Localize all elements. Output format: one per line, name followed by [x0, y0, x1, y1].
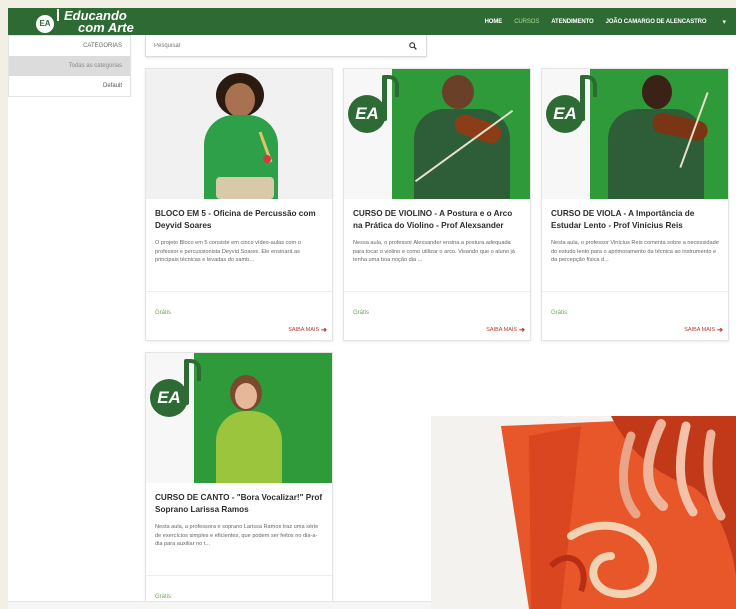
course-description: Nesta aula, o professor Vinícius Reis co…: [551, 240, 719, 264]
saiba-mais-label: SAIBA MAIS: [486, 327, 518, 333]
card-footer: Grátis SAIBA MAIS ➔: [146, 291, 332, 340]
search-icon[interactable]: [406, 36, 420, 56]
saiba-mais-link[interactable]: SAIBA MAIS ➔: [684, 326, 723, 334]
course-thumbnail-viola[interactable]: EA: [542, 69, 728, 199]
sidebar-item-all-categories[interactable]: Todas as categorias: [9, 56, 130, 76]
sidebar-heading: CATEGORIAS: [83, 43, 122, 49]
left-panel-background: [8, 97, 131, 609]
ea-logo-icon: EA: [150, 379, 188, 417]
page-frame: EA Educando com Arte HOME CURSOS ATENDIM…: [8, 8, 736, 609]
card-footer: Grátis SAIBA MAIS ➔: [344, 291, 530, 340]
course-thumbnail-singing[interactable]: EA: [146, 353, 332, 483]
chevron-down-icon[interactable]: ▾: [722, 18, 730, 26]
course-card[interactable]: EA CURSO DE VIOLA - A Importância de Est…: [541, 68, 729, 341]
saiba-mais-link[interactable]: SAIBA MAIS ➔: [486, 326, 525, 334]
course-description: Nesta aula, a professora e soprano Laris…: [155, 524, 319, 548]
course-thumbnail-violin[interactable]: EA: [344, 69, 530, 199]
course-title[interactable]: BLOCO EM 5 - Oficina de Percussão com De…: [155, 208, 323, 234]
course-thumbnail-percussion[interactable]: [146, 69, 332, 199]
course-card[interactable]: BLOCO EM 5 - Oficina de Percussão com De…: [145, 68, 333, 341]
arrow-right-icon: ➔: [717, 327, 723, 334]
course-description: O projeto Bloco em 5 consiste em cinco v…: [155, 240, 301, 264]
music-note-icon: [57, 8, 59, 21]
search-bar: [145, 35, 427, 57]
logo-badge-text: EA: [39, 19, 51, 28]
saiba-mais-label: SAIBA MAIS: [288, 327, 320, 333]
category-sidebar: CATEGORIAS Todas as categorias Default: [8, 35, 131, 97]
decorative-painting-image: [431, 416, 736, 609]
ea-logo-icon: EA: [348, 95, 386, 133]
search-input[interactable]: [146, 35, 406, 56]
nav-cursos[interactable]: CURSOS: [508, 19, 545, 25]
brand-line-2: com Arte: [78, 19, 134, 35]
course-card[interactable]: EA CURSO DE CANTO - "Bora Vocalizar!" Pr…: [145, 352, 333, 609]
brand-name: Educando com Arte: [64, 9, 134, 35]
nav-atendimento[interactable]: ATENDIMENTO: [545, 19, 599, 25]
logo-badge-icon: EA: [36, 8, 59, 33]
course-title[interactable]: CURSO DE VIOLA - A Importância de Estuda…: [551, 208, 719, 234]
course-price: Grátis: [155, 594, 172, 600]
card-footer: Grátis SAIBA MAIS ➔: [542, 291, 728, 340]
nav-user-name[interactable]: JOÃO CAMARGO DE ALENCASTRO: [600, 19, 713, 25]
nav-home[interactable]: HOME: [479, 19, 509, 25]
course-price: Grátis: [353, 310, 370, 316]
course-description: Nessa aula, o professor Alexsander ensin…: [353, 240, 515, 264]
arrow-right-icon: ➔: [321, 327, 327, 334]
arrow-right-icon: ➔: [519, 327, 525, 334]
course-price: Grátis: [155, 310, 172, 316]
course-card[interactable]: EA CURSO DE VIOLINO - A Postura e o Arco…: [343, 68, 531, 341]
brand-logo[interactable]: EA Educando com Arte: [36, 8, 134, 35]
top-navbar: EA Educando com Arte HOME CURSOS ATENDIM…: [8, 8, 736, 35]
saiba-mais-label: SAIBA MAIS: [684, 327, 716, 333]
bottom-bar: [8, 601, 432, 609]
course-title[interactable]: CURSO DE VIOLINO - A Postura e o Arco na…: [353, 208, 521, 234]
ea-logo-icon: EA: [546, 95, 584, 133]
sidebar-item-default[interactable]: Default: [9, 76, 130, 96]
nav-menu: HOME CURSOS ATENDIMENTO JOÃO CAMARGO DE …: [479, 8, 736, 35]
course-title[interactable]: CURSO DE CANTO - "Bora Vocalizar!" Prof …: [155, 492, 323, 518]
saiba-mais-link[interactable]: SAIBA MAIS ➔: [288, 326, 327, 334]
course-price: Grátis: [551, 310, 568, 316]
